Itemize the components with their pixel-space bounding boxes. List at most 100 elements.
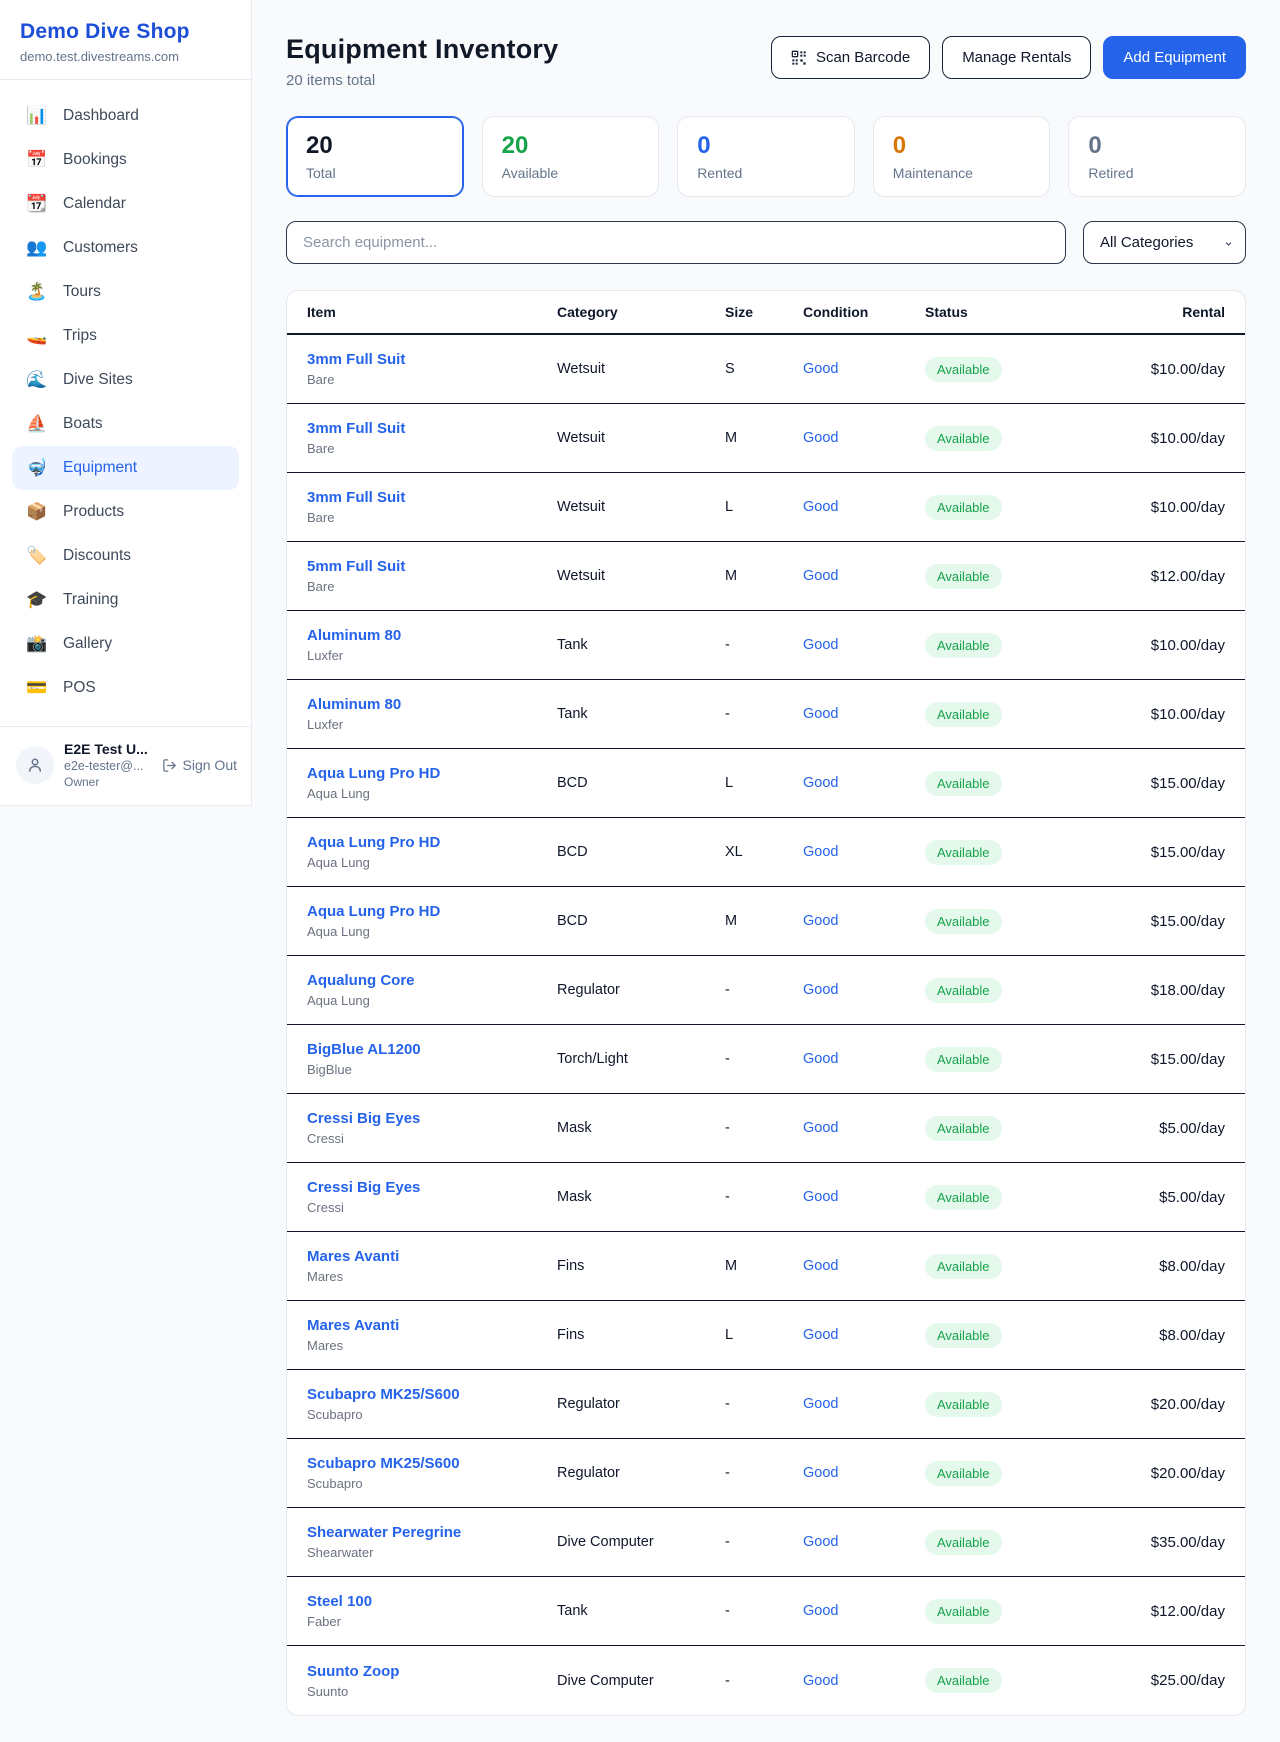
- status-badge: Available: [925, 495, 1002, 520]
- item-name-link[interactable]: Cressi Big Eyes: [307, 1110, 557, 1127]
- sidebar-item-boats[interactable]: ⛵ Boats: [12, 402, 239, 446]
- sign-out-icon: [162, 758, 177, 773]
- table-row: Cressi Big Eyes Cressi Mask - Good Avail…: [287, 1163, 1245, 1232]
- sidebar-item-dive-sites[interactable]: 🌊 Dive Sites: [12, 358, 239, 402]
- item-size: XL: [725, 844, 803, 860]
- stat-value: 0: [697, 132, 835, 160]
- stat-card-retired[interactable]: 0 Retired: [1068, 116, 1246, 197]
- page-title: Equipment Inventory: [286, 34, 558, 65]
- item-rental-price: $10.00/day: [1077, 499, 1225, 516]
- table-row: Steel 100 Faber Tank - Good Available $1…: [287, 1577, 1245, 1646]
- main-content: Equipment Inventory 20 items total: [252, 0, 1280, 1716]
- table-row: Scubapro MK25/S600 Scubapro Regulator - …: [287, 1370, 1245, 1439]
- item-condition: Good: [803, 1327, 925, 1343]
- status-badge: Available: [925, 426, 1002, 451]
- sidebar-item-tours[interactable]: 🏝️ Tours: [12, 270, 239, 314]
- status-badge: Available: [925, 1530, 1002, 1555]
- item-rental-price: $15.00/day: [1077, 844, 1225, 861]
- item-category: Wetsuit: [557, 361, 725, 377]
- item-name-link[interactable]: Scubapro MK25/S600: [307, 1386, 557, 1403]
- sidebar-item-bookings[interactable]: 📅 Bookings: [12, 138, 239, 182]
- item-size: -: [725, 1396, 803, 1412]
- category-select[interactable]: All Categories: [1083, 221, 1246, 264]
- sidebar-item-trips[interactable]: 🚤 Trips: [12, 314, 239, 358]
- item-name-link[interactable]: Mares Avanti: [307, 1248, 557, 1265]
- sidebar-item-training[interactable]: 🎓 Training: [12, 578, 239, 622]
- item-name-link[interactable]: 3mm Full Suit: [307, 420, 557, 437]
- sidebar-item-customers[interactable]: 👥 Customers: [12, 226, 239, 270]
- item-brand: Suunto: [307, 1684, 557, 1699]
- item-size: M: [725, 430, 803, 446]
- status-badge: Available: [925, 1599, 1002, 1624]
- item-name-link[interactable]: Suunto Zoop: [307, 1663, 557, 1680]
- stat-label: Maintenance: [893, 165, 1031, 181]
- manage-rentals-button[interactable]: Manage Rentals: [942, 36, 1091, 79]
- item-category: BCD: [557, 844, 725, 860]
- table-row: Aluminum 80 Luxfer Tank - Good Available…: [287, 611, 1245, 680]
- item-name-link[interactable]: Steel 100: [307, 1593, 557, 1610]
- add-equipment-button[interactable]: Add Equipment: [1103, 36, 1246, 79]
- sign-out-button[interactable]: Sign Out: [162, 757, 237, 773]
- item-name-link[interactable]: Aqualung Core: [307, 972, 557, 989]
- item-size: -: [725, 1603, 803, 1619]
- item-category: Regulator: [557, 982, 725, 998]
- item-name-link[interactable]: Aluminum 80: [307, 696, 557, 713]
- calendar-icon: 📆: [26, 194, 48, 214]
- item-brand: Cressi: [307, 1131, 557, 1146]
- column-header-rental: Rental: [1077, 304, 1225, 320]
- item-category: Mask: [557, 1120, 725, 1136]
- search-input[interactable]: [286, 221, 1066, 264]
- item-rental-price: $15.00/day: [1077, 775, 1225, 792]
- item-name-link[interactable]: Aluminum 80: [307, 627, 557, 644]
- stat-card-total[interactable]: 20 Total: [286, 116, 464, 197]
- user-section: E2E Test U... e2e-tester@... Owner Sign …: [0, 726, 251, 805]
- item-rental-price: $20.00/day: [1077, 1396, 1225, 1413]
- item-category: Tank: [557, 637, 725, 653]
- item-name-link[interactable]: 3mm Full Suit: [307, 351, 557, 368]
- item-rental-price: $35.00/day: [1077, 1534, 1225, 1551]
- item-rental-price: $8.00/day: [1077, 1327, 1225, 1344]
- item-rental-price: $15.00/day: [1077, 913, 1225, 930]
- item-category: Dive Computer: [557, 1673, 725, 1689]
- stat-label: Rented: [697, 165, 835, 181]
- item-name-link[interactable]: Aqua Lung Pro HD: [307, 765, 557, 782]
- table-row: Mares Avanti Mares Fins M Good Available…: [287, 1232, 1245, 1301]
- sidebar-item-pos[interactable]: 💳 POS: [12, 666, 239, 710]
- sidebar-item-label: Dashboard: [63, 107, 139, 125]
- sidebar-item-discounts[interactable]: 🏷️ Discounts: [12, 534, 239, 578]
- barcode-scan-icon: [791, 50, 807, 66]
- item-name-link[interactable]: 5mm Full Suit: [307, 558, 557, 575]
- item-name-link[interactable]: Aqua Lung Pro HD: [307, 903, 557, 920]
- stat-card-maintenance[interactable]: 0 Maintenance: [873, 116, 1051, 197]
- scan-barcode-button[interactable]: Scan Barcode: [771, 36, 930, 79]
- item-name-link[interactable]: Mares Avanti: [307, 1317, 557, 1334]
- item-name-link[interactable]: Shearwater Peregrine: [307, 1524, 557, 1541]
- sidebar-item-label: Tours: [63, 283, 101, 301]
- item-size: -: [725, 1465, 803, 1481]
- sidebar-item-products[interactable]: 📦 Products: [12, 490, 239, 534]
- sidebar-item-calendar[interactable]: 📆 Calendar: [12, 182, 239, 226]
- stat-card-rented[interactable]: 0 Rented: [677, 116, 855, 197]
- app-root: Demo Dive Shop demo.test.divestreams.com…: [0, 0, 1280, 1742]
- sidebar-item-gallery[interactable]: 📸 Gallery: [12, 622, 239, 666]
- stat-card-available[interactable]: 20 Available: [482, 116, 660, 197]
- item-size: S: [725, 361, 803, 377]
- item-name-link[interactable]: Aqua Lung Pro HD: [307, 834, 557, 851]
- stat-label: Total: [306, 165, 444, 181]
- item-size: -: [725, 1534, 803, 1550]
- item-brand: BigBlue: [307, 1062, 557, 1077]
- item-category: Torch/Light: [557, 1051, 725, 1067]
- sidebar-item-equipment[interactable]: 🤿 Equipment: [12, 446, 239, 490]
- sidebar-item-label: Trips: [63, 327, 97, 345]
- equipment-table: Item Category Size Condition Status Rent…: [286, 290, 1246, 1716]
- sidebar-item-dashboard[interactable]: 📊 Dashboard: [12, 94, 239, 138]
- item-name-link[interactable]: BigBlue AL1200: [307, 1041, 557, 1058]
- sidebar-item-label: POS: [63, 679, 96, 697]
- item-name-link[interactable]: Scubapro MK25/S600: [307, 1455, 557, 1472]
- item-category: Tank: [557, 706, 725, 722]
- user-icon: [26, 756, 44, 774]
- item-name-link[interactable]: Cressi Big Eyes: [307, 1179, 557, 1196]
- item-name-link[interactable]: 3mm Full Suit: [307, 489, 557, 506]
- item-condition: Good: [803, 706, 925, 722]
- stat-value: 0: [1088, 132, 1226, 160]
